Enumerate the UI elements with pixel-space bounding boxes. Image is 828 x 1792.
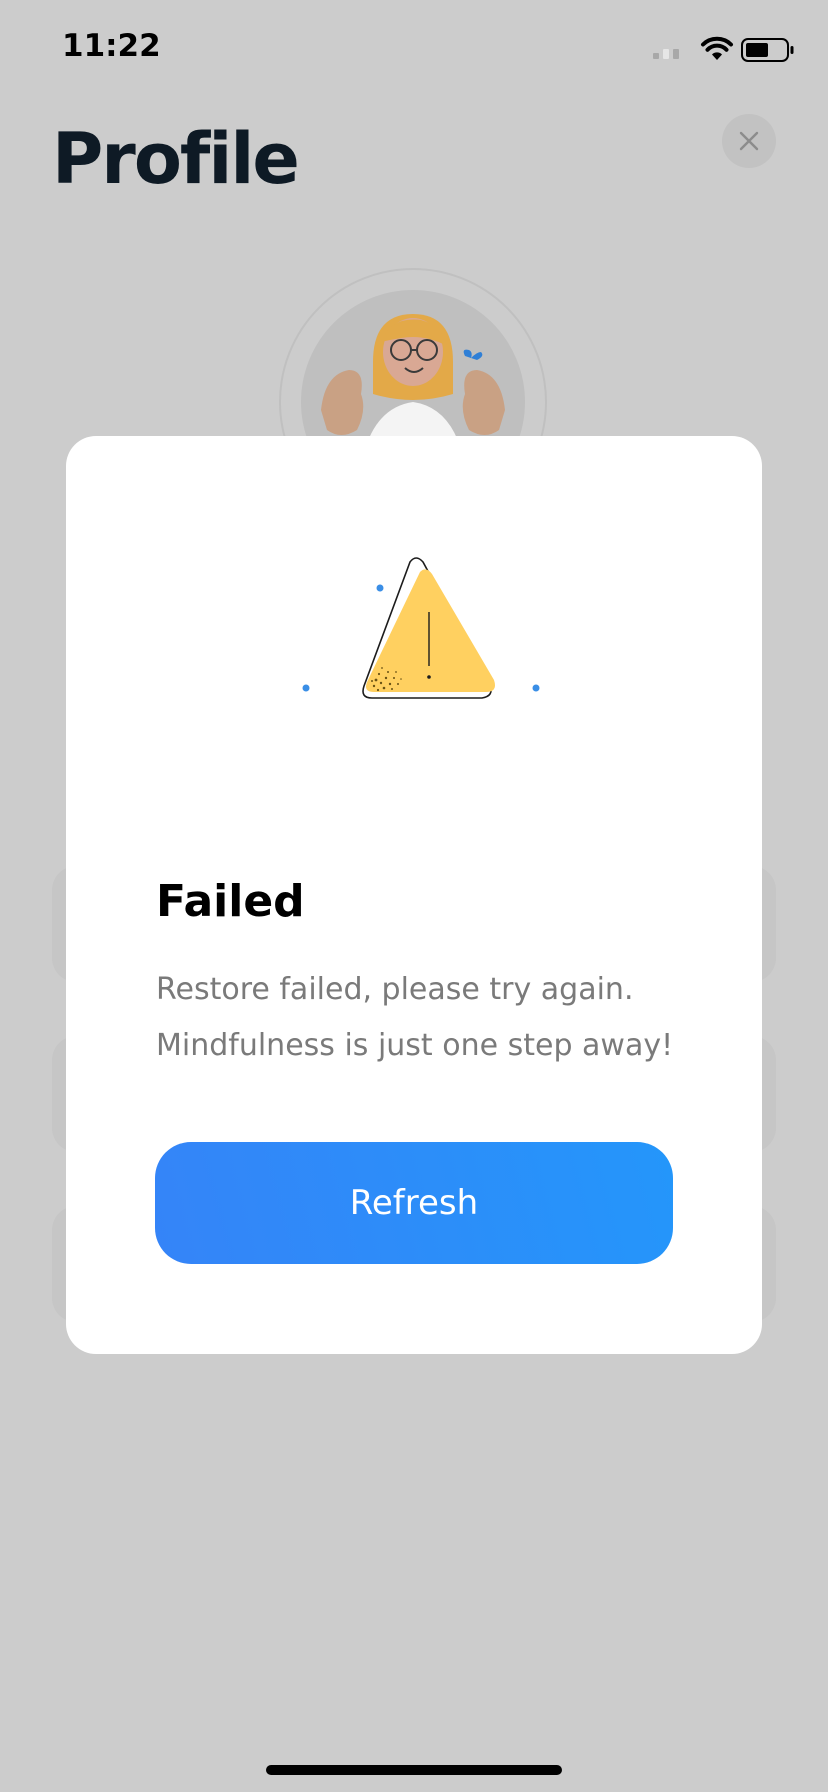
dialog-message-line-1: Restore failed, please try again.	[156, 972, 634, 1007]
signal-icon	[653, 49, 679, 59]
close-button[interactable]	[722, 114, 776, 168]
warning-triangle-icon	[302, 557, 540, 699]
error-dialog: Failed Restore failed, please try again.…	[66, 436, 762, 1354]
home-indicator[interactable]	[266, 1765, 562, 1775]
refresh-button[interactable]: Refresh	[155, 1142, 673, 1264]
close-icon	[739, 131, 759, 151]
dialog-title: Failed	[156, 876, 305, 927]
battery-icon	[741, 38, 794, 62]
wifi-icon	[701, 36, 733, 60]
status-bar: 11:22	[0, 0, 828, 100]
page-title: Profile	[52, 118, 300, 200]
status-time: 11:22	[62, 28, 161, 64]
dialog-message-line-2: Mindfulness is just one step away!	[156, 1028, 674, 1063]
